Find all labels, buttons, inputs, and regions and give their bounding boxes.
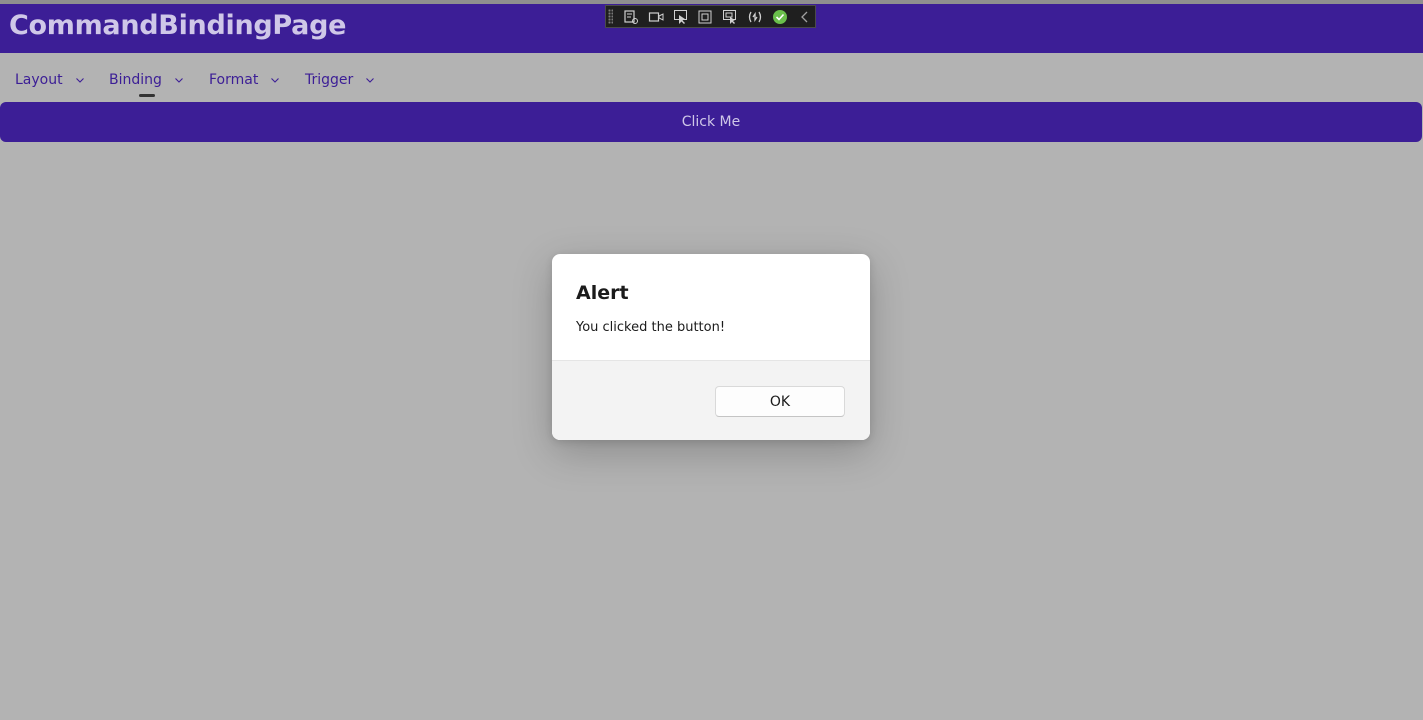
page-title: CommandBindingPage — [9, 10, 347, 41]
click-me-button[interactable]: Click Me — [0, 102, 1422, 142]
menu-bar: Layout Binding Format Trigger — [0, 53, 1423, 102]
menu-item-layout[interactable]: Layout — [15, 69, 85, 91]
menu-item-label: Trigger — [305, 72, 354, 88]
track-focus-icon[interactable] — [720, 7, 741, 26]
chevron-down-icon — [366, 78, 375, 83]
xaml-debug-toolbar — [605, 5, 816, 28]
dialog-message: You clicked the button! — [576, 320, 726, 335]
selected-menu-indicator — [139, 94, 155, 97]
menu-item-format[interactable]: Format — [209, 69, 280, 91]
alert-dialog: Alert You clicked the button! OK — [552, 254, 870, 440]
select-element-icon[interactable] — [670, 7, 691, 26]
display-layout-adorners-icon[interactable] — [695, 7, 716, 26]
dialog-title: Alert — [576, 282, 629, 304]
live-visual-tree-icon[interactable] — [621, 7, 642, 26]
record-icon[interactable] — [646, 7, 667, 26]
dialog-footer: OK — [552, 360, 870, 440]
chevron-down-icon — [75, 78, 84, 83]
chevron-down-icon — [175, 78, 183, 83]
collapse-chevron-icon[interactable] — [794, 7, 815, 26]
menu-item-label: Format — [209, 72, 259, 88]
menu-item-binding[interactable]: Binding — [109, 69, 184, 91]
binding-success-icon[interactable] — [769, 7, 790, 26]
menu-item-label: Layout — [15, 72, 63, 88]
chevron-down-icon — [271, 78, 280, 83]
toolbar-grip-icon[interactable] — [608, 9, 613, 24]
hot-reload-icon[interactable] — [745, 7, 766, 26]
ok-button[interactable]: OK — [715, 386, 845, 417]
menu-item-label: Binding — [109, 72, 162, 88]
menu-item-trigger[interactable]: Trigger — [305, 69, 375, 91]
